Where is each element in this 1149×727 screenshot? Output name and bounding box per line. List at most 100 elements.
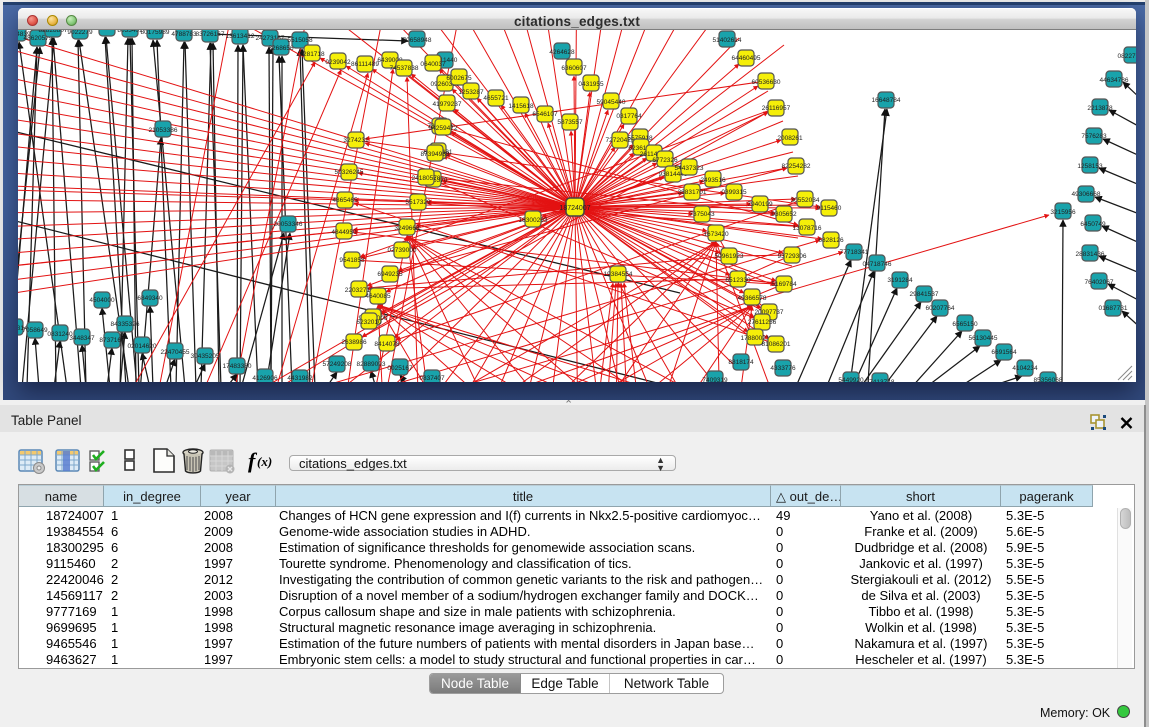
svg-text:94259472: 94259472 [429, 125, 458, 132]
svg-text:13078716: 13078716 [793, 225, 822, 232]
svg-text:2213878: 2213878 [1087, 105, 1113, 112]
svg-text:(x): (x) [257, 454, 272, 469]
svg-text:1673420: 1673420 [703, 231, 729, 238]
svg-text:04718746: 04718746 [863, 261, 892, 268]
svg-text:5873557: 5873557 [557, 119, 583, 126]
svg-text:2493516: 2493516 [700, 177, 726, 184]
svg-text:74537838: 74537838 [390, 65, 419, 72]
svg-text:86111489: 86111489 [351, 61, 379, 68]
svg-text:6772326: 6772326 [652, 157, 678, 164]
svg-text:0025167: 0025167 [387, 365, 413, 372]
svg-text:4333776: 4333776 [770, 365, 796, 372]
svg-text:6828126: 6828126 [818, 237, 844, 244]
svg-text:3215956: 3215956 [1050, 209, 1076, 216]
svg-text:84335326: 84335326 [111, 321, 140, 328]
svg-text:4431982: 4431982 [287, 375, 313, 382]
svg-text:6949235: 6949235 [377, 271, 403, 278]
svg-text:02739000: 02739000 [388, 247, 417, 254]
svg-text:29841537: 29841537 [910, 291, 939, 298]
svg-text:82889093: 82889093 [357, 361, 386, 368]
svg-text:64460495: 64460495 [732, 55, 761, 62]
svg-text:6849340: 6849340 [137, 295, 163, 302]
svg-text:28831436: 28831436 [1076, 251, 1105, 258]
svg-text:4844950: 4844950 [331, 229, 357, 236]
svg-text:7940199: 7940199 [747, 201, 773, 208]
svg-text:30552034: 30552034 [791, 197, 820, 204]
svg-text:0431955: 0431955 [578, 81, 604, 88]
svg-text:4655721: 4655721 [483, 95, 509, 102]
svg-text:21053386: 21053386 [149, 127, 178, 134]
svg-text:6546107: 6546107 [532, 111, 558, 118]
svg-text:6512330: 6512330 [725, 277, 751, 284]
svg-text:02014620: 02014620 [128, 343, 157, 350]
svg-text:8414078: 8414078 [374, 341, 400, 348]
svg-text:9541858: 9541858 [339, 257, 365, 264]
svg-text:83726167: 83726167 [196, 31, 225, 38]
svg-text:4126906: 4126906 [252, 375, 278, 382]
svg-text:2008261: 2008261 [777, 135, 803, 142]
svg-text:27611256: 27611256 [748, 319, 777, 326]
svg-text:80175989: 80175989 [141, 30, 170, 36]
svg-text:0640037: 0640037 [420, 61, 446, 68]
svg-text:6450749: 6450749 [1080, 221, 1106, 228]
svg-text:5517329: 5517329 [405, 199, 431, 206]
svg-text:76402067: 76402067 [1085, 279, 1114, 286]
svg-text:50961923: 50961923 [715, 253, 744, 260]
svg-text:57249208: 57249208 [323, 361, 352, 368]
svg-text:01687731: 01687731 [1099, 305, 1128, 312]
svg-text:07413748: 07413748 [866, 379, 895, 382]
svg-text:41979237: 41979237 [433, 101, 462, 108]
svg-text:3268656: 3268656 [268, 45, 294, 52]
svg-text:0399315: 0399315 [721, 189, 747, 196]
svg-text:87394983: 87394983 [421, 151, 450, 158]
svg-text:6565150: 6565150 [952, 321, 978, 328]
svg-text:6360607: 6360607 [561, 65, 587, 72]
svg-text:8058887: 8058887 [94, 30, 120, 32]
svg-text:7375043: 7375043 [689, 211, 715, 218]
svg-text:6002675: 6002675 [446, 75, 472, 82]
svg-text:4104234: 4104234 [1012, 365, 1038, 372]
svg-text:7576283: 7576283 [1081, 133, 1107, 140]
svg-text:3249668: 3249668 [394, 225, 420, 232]
svg-text:6691564: 6691564 [991, 349, 1017, 356]
svg-text:7409319: 7409319 [702, 377, 728, 382]
svg-text:4788783: 4788783 [171, 31, 197, 38]
svg-text:19384554: 19384554 [604, 271, 633, 278]
svg-text:26116957: 26116957 [762, 105, 791, 112]
svg-text:20053346: 20053346 [274, 221, 303, 228]
svg-text:38831701: 38831701 [678, 189, 707, 196]
svg-text:1253287: 1253287 [458, 89, 484, 96]
svg-text:8818174: 8818174 [728, 359, 754, 366]
svg-text:16648784: 16648784 [872, 97, 901, 104]
svg-text:1258153: 1258153 [1077, 163, 1103, 170]
svg-text:56130445: 56130445 [969, 335, 998, 342]
svg-text:1415618: 1415618 [508, 103, 534, 110]
svg-text:9305652: 9305652 [771, 211, 797, 218]
svg-text:81086201: 81086201 [762, 341, 791, 348]
svg-text:0239042: 0239042 [325, 59, 351, 66]
svg-text:0837407: 0837407 [419, 375, 445, 382]
svg-text:49306668: 49306668 [1072, 191, 1101, 198]
svg-text:18724007: 18724007 [559, 205, 590, 212]
svg-text:50326245: 50326245 [335, 169, 364, 176]
svg-text:2638986: 2638986 [341, 339, 367, 346]
svg-text:5449920: 5449920 [838, 377, 864, 382]
svg-text:13613412: 13613412 [226, 33, 255, 40]
svg-text:7058649: 7058649 [22, 327, 48, 334]
svg-text:77718341: 77718341 [840, 249, 869, 256]
svg-text:70658948: 70658948 [403, 37, 432, 44]
svg-text:5169784: 5169784 [771, 281, 797, 288]
svg-text:9115460: 9115460 [817, 205, 842, 212]
svg-text:51402614: 51402614 [713, 37, 742, 44]
svg-text:30435205: 30435205 [191, 353, 220, 360]
svg-text:3191284: 3191284 [887, 277, 913, 284]
svg-text:8737167: 8737167 [99, 337, 125, 344]
svg-text:17483380: 17483380 [223, 363, 252, 370]
svg-text:5515058: 5515058 [287, 37, 313, 44]
svg-text:60536630: 60536630 [752, 79, 781, 86]
svg-text:18300293: 18300293 [519, 217, 548, 224]
svg-text:44634786: 44634786 [1100, 77, 1129, 84]
svg-text:82254282: 82254282 [782, 163, 811, 170]
svg-text:08227654: 08227654 [1118, 53, 1136, 60]
svg-text:54437323: 54437323 [675, 165, 704, 172]
